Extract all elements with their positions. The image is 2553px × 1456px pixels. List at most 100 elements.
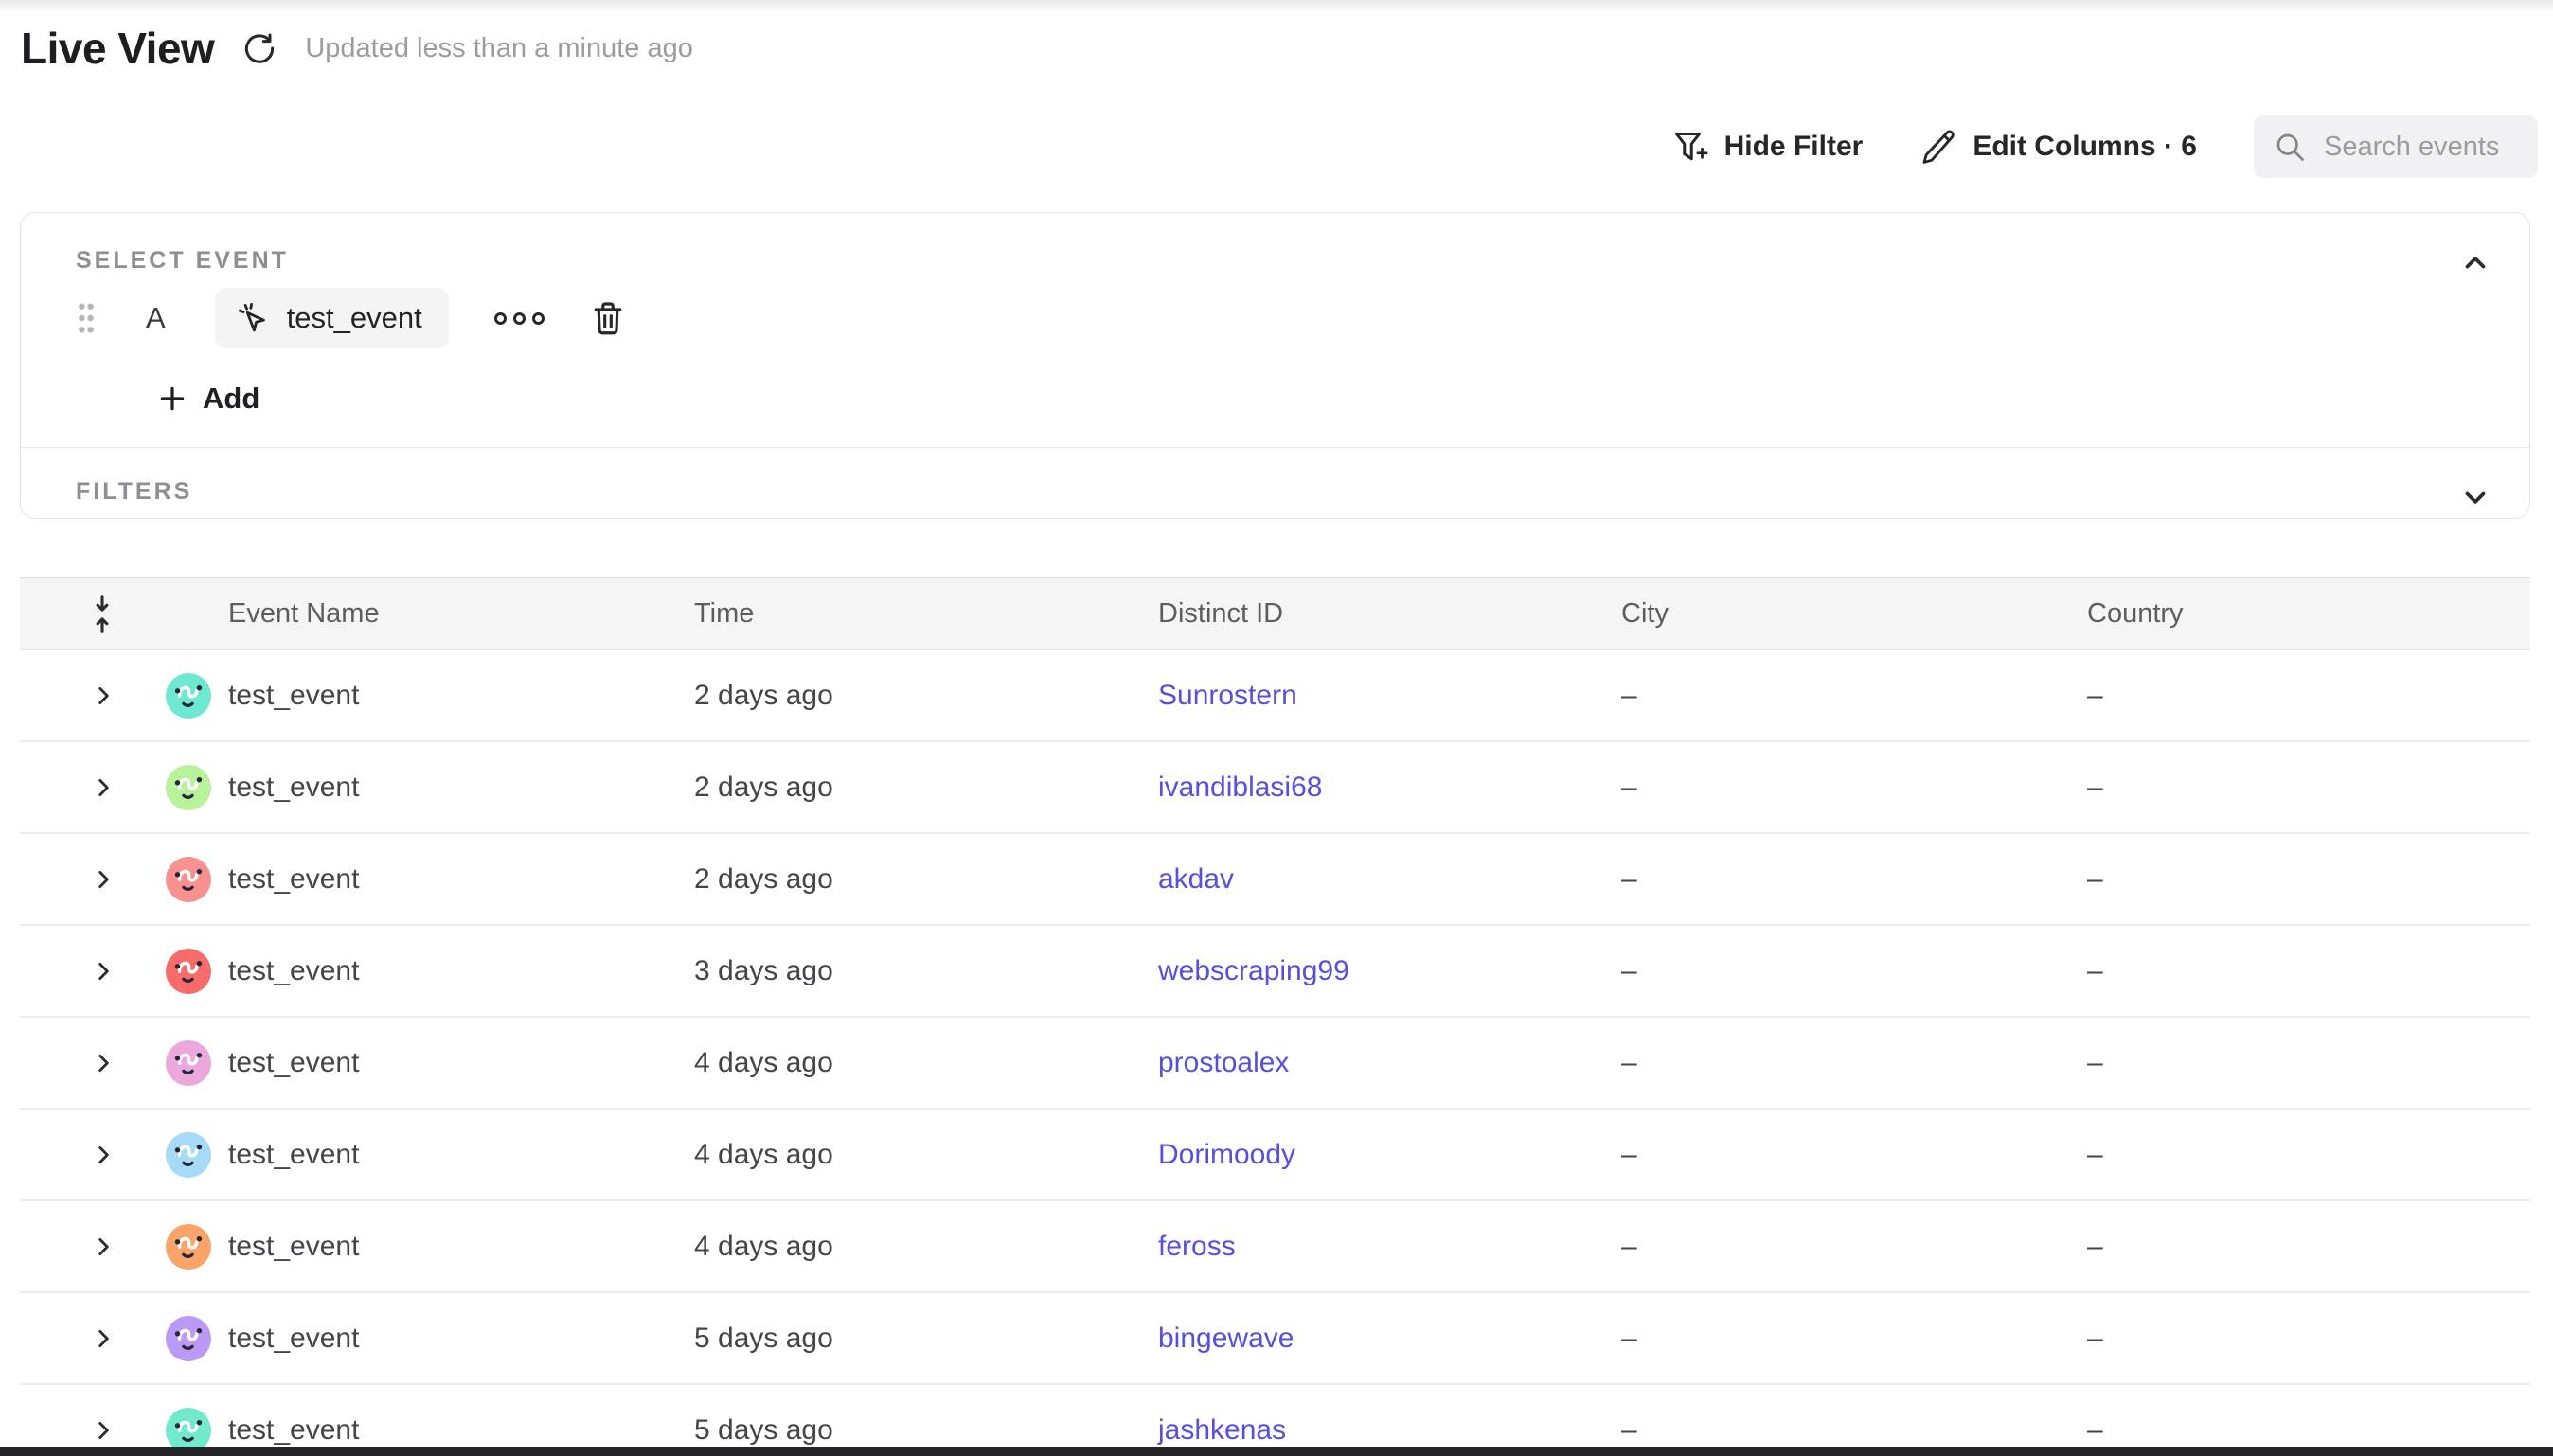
event-name-cell: test_event (228, 955, 694, 987)
collapse-select-event-button[interactable] (2459, 247, 2491, 279)
user-avatar (165, 1131, 212, 1179)
time-cell: 2 days ago (694, 680, 1158, 712)
table-header-row: Event Name Time Distinct ID City Country (20, 578, 2530, 650)
distinct-id-link[interactable]: akdav (1158, 863, 1234, 895)
city-cell: – (1621, 1414, 2087, 1447)
column-header-city[interactable]: City (1621, 598, 2087, 630)
distinct-id-link[interactable]: Sunrostern (1158, 680, 1297, 711)
cursor-click-icon (234, 299, 272, 337)
country-cell: – (2087, 1139, 2530, 1171)
user-avatar (165, 948, 212, 995)
time-cell: 2 days ago (694, 772, 1158, 804)
country-cell: – (2087, 1231, 2530, 1263)
distinct-id-link[interactable]: Dorimoody (1158, 1139, 1295, 1170)
user-avatar (165, 856, 212, 903)
event-name-cell: test_event (228, 1414, 694, 1447)
distinct-id-link[interactable]: ivandiblasi68 (1158, 772, 1322, 803)
expand-filters-button[interactable] (2459, 481, 2491, 513)
clause-letter: A (146, 301, 166, 335)
event-name-cell: test_event (228, 1047, 694, 1079)
collapse-rows-button[interactable] (88, 595, 116, 634)
country-cell: – (2087, 1047, 2530, 1079)
expand-row-chevron-icon[interactable] (91, 867, 116, 892)
refresh-icon (241, 29, 278, 67)
time-cell: 5 days ago (694, 1323, 1158, 1355)
top-shadow (0, 0, 2553, 13)
search-icon (2273, 130, 2307, 164)
select-event-label: SELECT EVENT (76, 247, 289, 275)
toolbar: Hide Filter Edit Columns · 6 (1669, 115, 2538, 178)
search-events-input[interactable] (2324, 132, 2519, 163)
expand-row-chevron-icon[interactable] (91, 1051, 116, 1075)
event-selector-button[interactable]: test_event (215, 288, 449, 348)
time-cell: 4 days ago (694, 1139, 1158, 1171)
user-avatar (165, 1407, 212, 1454)
user-avatar (165, 1315, 212, 1362)
hide-filter-label: Hide Filter (1724, 131, 1864, 163)
city-cell: – (1621, 863, 2087, 896)
user-avatar (165, 764, 212, 811)
table-row[interactable]: test_event 4 days ago Dorimoody – – (20, 1110, 2530, 1201)
add-event-button[interactable]: Add (144, 372, 273, 425)
expand-row-chevron-icon[interactable] (91, 1326, 116, 1351)
trash-icon (588, 298, 628, 338)
page-title: Live View (21, 23, 214, 74)
country-cell: – (2087, 680, 2530, 712)
city-cell: – (1621, 955, 2087, 987)
expand-row-chevron-icon[interactable] (91, 959, 116, 984)
delete-clause-button[interactable] (588, 298, 628, 338)
table-body: test_event 2 days ago Sunrostern – – (20, 650, 2530, 1456)
more-dot (494, 312, 507, 325)
table-row[interactable]: test_event 5 days ago bingewave – – (20, 1293, 2530, 1385)
column-header-distinct-id[interactable]: Distinct ID (1158, 598, 1621, 630)
expand-row-chevron-icon[interactable] (91, 684, 116, 708)
edit-columns-label: Edit Columns · 6 (1973, 131, 2197, 163)
column-header-event-name[interactable]: Event Name (228, 598, 694, 630)
distinct-id-link[interactable]: prostoalex (1158, 1047, 1289, 1078)
country-cell: – (2087, 1323, 2530, 1355)
chevron-down-icon (2459, 481, 2491, 513)
column-header-time[interactable]: Time (694, 598, 1158, 630)
event-name-cell: test_event (228, 1323, 694, 1355)
table-row[interactable]: test_event 3 days ago webscraping99 – – (20, 926, 2530, 1018)
expand-row-chevron-icon[interactable] (91, 1234, 116, 1259)
collapse-vertical-icon (88, 595, 116, 634)
table-row[interactable]: test_event 4 days ago feross – – (20, 1201, 2530, 1293)
table-row[interactable]: test_event 4 days ago prostoalex – – (20, 1018, 2530, 1110)
search-events-box[interactable] (2254, 115, 2538, 178)
updated-status: Updated less than a minute ago (305, 33, 693, 64)
distinct-id-link[interactable]: jashkenas (1158, 1414, 1286, 1446)
events-table: Event Name Time Distinct ID City Country (20, 577, 2530, 1456)
panel-divider (21, 447, 2529, 448)
event-clause-row: A test_event (74, 288, 628, 348)
time-cell: 4 days ago (694, 1231, 1158, 1263)
distinct-id-link[interactable]: webscraping99 (1158, 955, 1349, 986)
event-name-cell: test_event (228, 1231, 694, 1263)
time-cell: 3 days ago (694, 955, 1158, 987)
hide-filter-button[interactable]: Hide Filter (1669, 127, 1864, 167)
distinct-id-link[interactable]: bingewave (1158, 1323, 1294, 1354)
table-row[interactable]: test_event 2 days ago ivandiblasi68 – – (20, 742, 2530, 834)
time-cell: 4 days ago (694, 1047, 1158, 1079)
city-cell: – (1621, 680, 2087, 712)
expand-row-chevron-icon[interactable] (91, 1418, 116, 1443)
distinct-id-link[interactable]: feross (1158, 1231, 1236, 1262)
bottom-edge-bar (0, 1447, 2553, 1456)
table-row[interactable]: test_event 5 days ago jashkenas – – (20, 1385, 2530, 1456)
column-header-country[interactable]: Country (2087, 598, 2530, 630)
user-avatar (165, 1039, 212, 1087)
filters-label: FILTERS (76, 478, 192, 506)
table-row[interactable]: test_event 2 days ago akdav – – (20, 834, 2530, 926)
refresh-button[interactable] (239, 27, 280, 69)
more-options-button[interactable] (494, 312, 545, 325)
time-cell: 5 days ago (694, 1414, 1158, 1447)
city-cell: – (1621, 1231, 2087, 1263)
city-cell: – (1621, 1323, 2087, 1355)
edit-columns-button[interactable]: Edit Columns · 6 (1919, 128, 2197, 166)
expand-row-chevron-icon[interactable] (91, 775, 116, 800)
table-row[interactable]: test_event 2 days ago Sunrostern – – (20, 650, 2530, 742)
country-cell: – (2087, 955, 2530, 987)
page-header: Live View Updated less than a minute ago (21, 23, 693, 74)
expand-row-chevron-icon[interactable] (91, 1143, 116, 1167)
drag-handle[interactable] (74, 299, 98, 337)
